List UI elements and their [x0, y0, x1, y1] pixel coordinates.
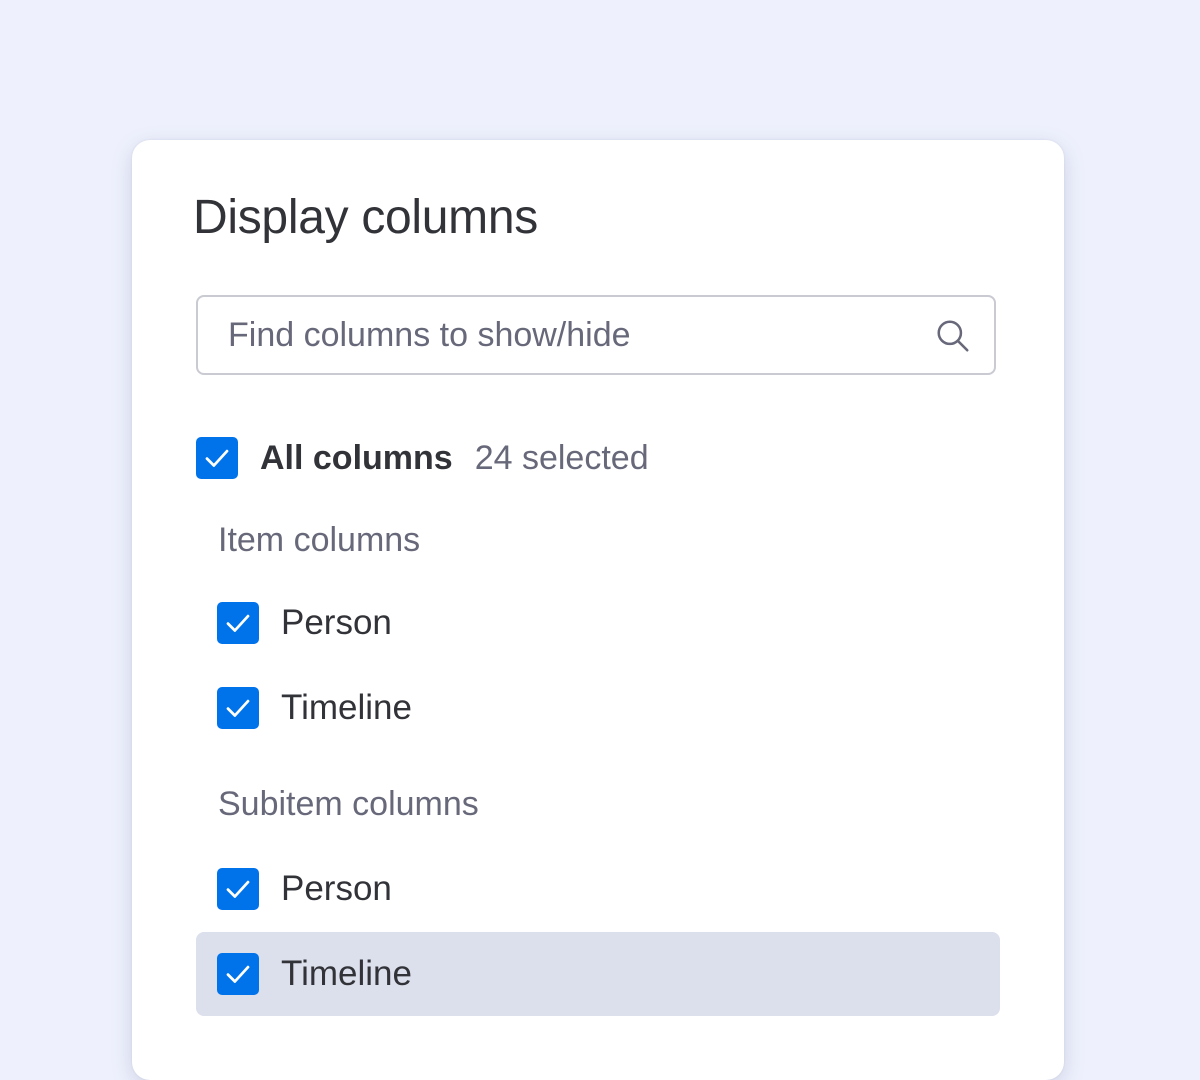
column-item-label: Person	[281, 603, 392, 642]
search-input[interactable]	[228, 297, 908, 373]
display-columns-panel: Display columns All columns 24 selected …	[132, 140, 1064, 1080]
selected-count: 24 selected	[474, 438, 649, 477]
checkmark-icon	[226, 614, 250, 632]
column-item-label: Timeline	[281, 688, 412, 727]
checkmark-icon	[226, 880, 250, 898]
panel-title: Display columns	[193, 191, 538, 244]
search-field[interactable]	[196, 295, 996, 375]
checkmark-icon	[205, 449, 229, 467]
all-columns-checkbox[interactable]	[196, 437, 238, 479]
column-checkbox[interactable]	[217, 602, 259, 644]
column-item-label: Person	[281, 869, 392, 908]
column-item-person[interactable]: Person	[217, 595, 392, 651]
search-icon[interactable]	[934, 317, 972, 355]
all-columns-row[interactable]: All columns 24 selected	[196, 430, 649, 486]
column-checkbox[interactable]	[217, 868, 259, 910]
section-label-item-columns: Item columns	[218, 521, 421, 559]
subitem-column-item-person[interactable]: Person	[217, 861, 392, 917]
checkmark-icon	[226, 965, 250, 983]
column-checkbox[interactable]	[217, 953, 259, 995]
all-columns-label: All columns	[260, 438, 453, 477]
column-checkbox[interactable]	[217, 687, 259, 729]
subitem-column-item-timeline[interactable]: Timeline	[217, 946, 412, 1002]
checkmark-icon	[226, 699, 250, 717]
column-item-timeline[interactable]: Timeline	[217, 680, 412, 736]
column-item-label: Timeline	[281, 954, 412, 993]
section-label-subitem-columns: Subitem columns	[218, 785, 479, 823]
